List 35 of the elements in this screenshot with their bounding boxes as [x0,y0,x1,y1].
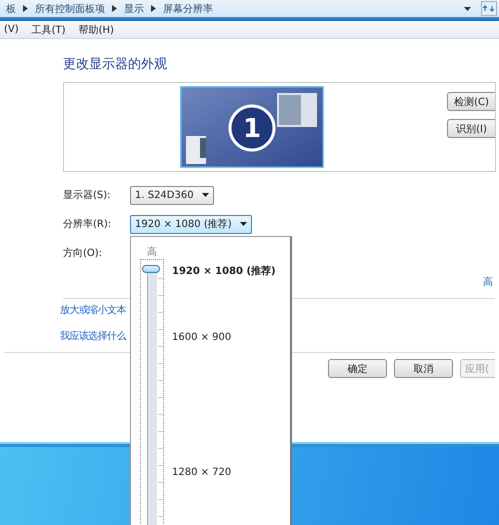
caret-icon [240,222,247,226]
chevron-icon [112,5,117,12]
monitor-number: 1 [242,114,262,144]
chevron-icon [151,5,156,12]
breadcrumb-item[interactable]: 板 [6,2,16,16]
field-label: 分辨率(R): [63,218,112,231]
dialog-button[interactable]: 确定 [328,359,387,378]
dropdown-field[interactable]: 1. S24D360 [130,186,214,204]
menu-item[interactable]: 帮助(H) [78,22,114,36]
advanced-settings-link[interactable]: 高 [483,275,499,289]
resolution-option[interactable]: 1280 × 720 [172,467,232,478]
field-label: 方向(O): [63,246,104,260]
resolution-option[interactable]: 1920 × 1080 (推荐) [172,264,276,278]
slider-thumb[interactable] [142,265,160,273]
breadcrumb-item[interactable]: 所有控制面板项 [35,2,105,16]
monitor-drawing[interactable]: 1 [180,86,324,168]
breadcrumb-item[interactable]: 显示 [124,2,144,16]
preview-button[interactable]: 检测(C) [447,92,495,111]
page-heading: 更改显示器的外观 [63,57,168,73]
breadcrumb-item[interactable]: 屏幕分辨率 [163,2,213,16]
refresh-icon[interactable] [481,1,497,16]
caret-icon [202,193,209,197]
dropdown-icon[interactable] [464,6,471,10]
dropdown-field[interactable]: 1920 × 1080 (推荐) [130,214,252,234]
slider-high-label: 高 [147,246,157,259]
chevron-icon [23,5,28,12]
field-label: 显示器(S): [63,189,112,202]
menu-item[interactable]: 工具(T) [32,22,66,36]
resolution-option[interactable]: 1600 × 900 [172,332,232,343]
menu-item[interactable]: (V) [4,24,19,35]
help-link[interactable]: 放大或缩小文本 [60,304,126,318]
help-link[interactable]: 我应该选择什么 [60,330,126,344]
resolution-slider[interactable] [140,259,164,525]
preview-button[interactable]: 识别(I) [447,119,495,138]
dialog-button[interactable]: 取消 [394,359,453,378]
